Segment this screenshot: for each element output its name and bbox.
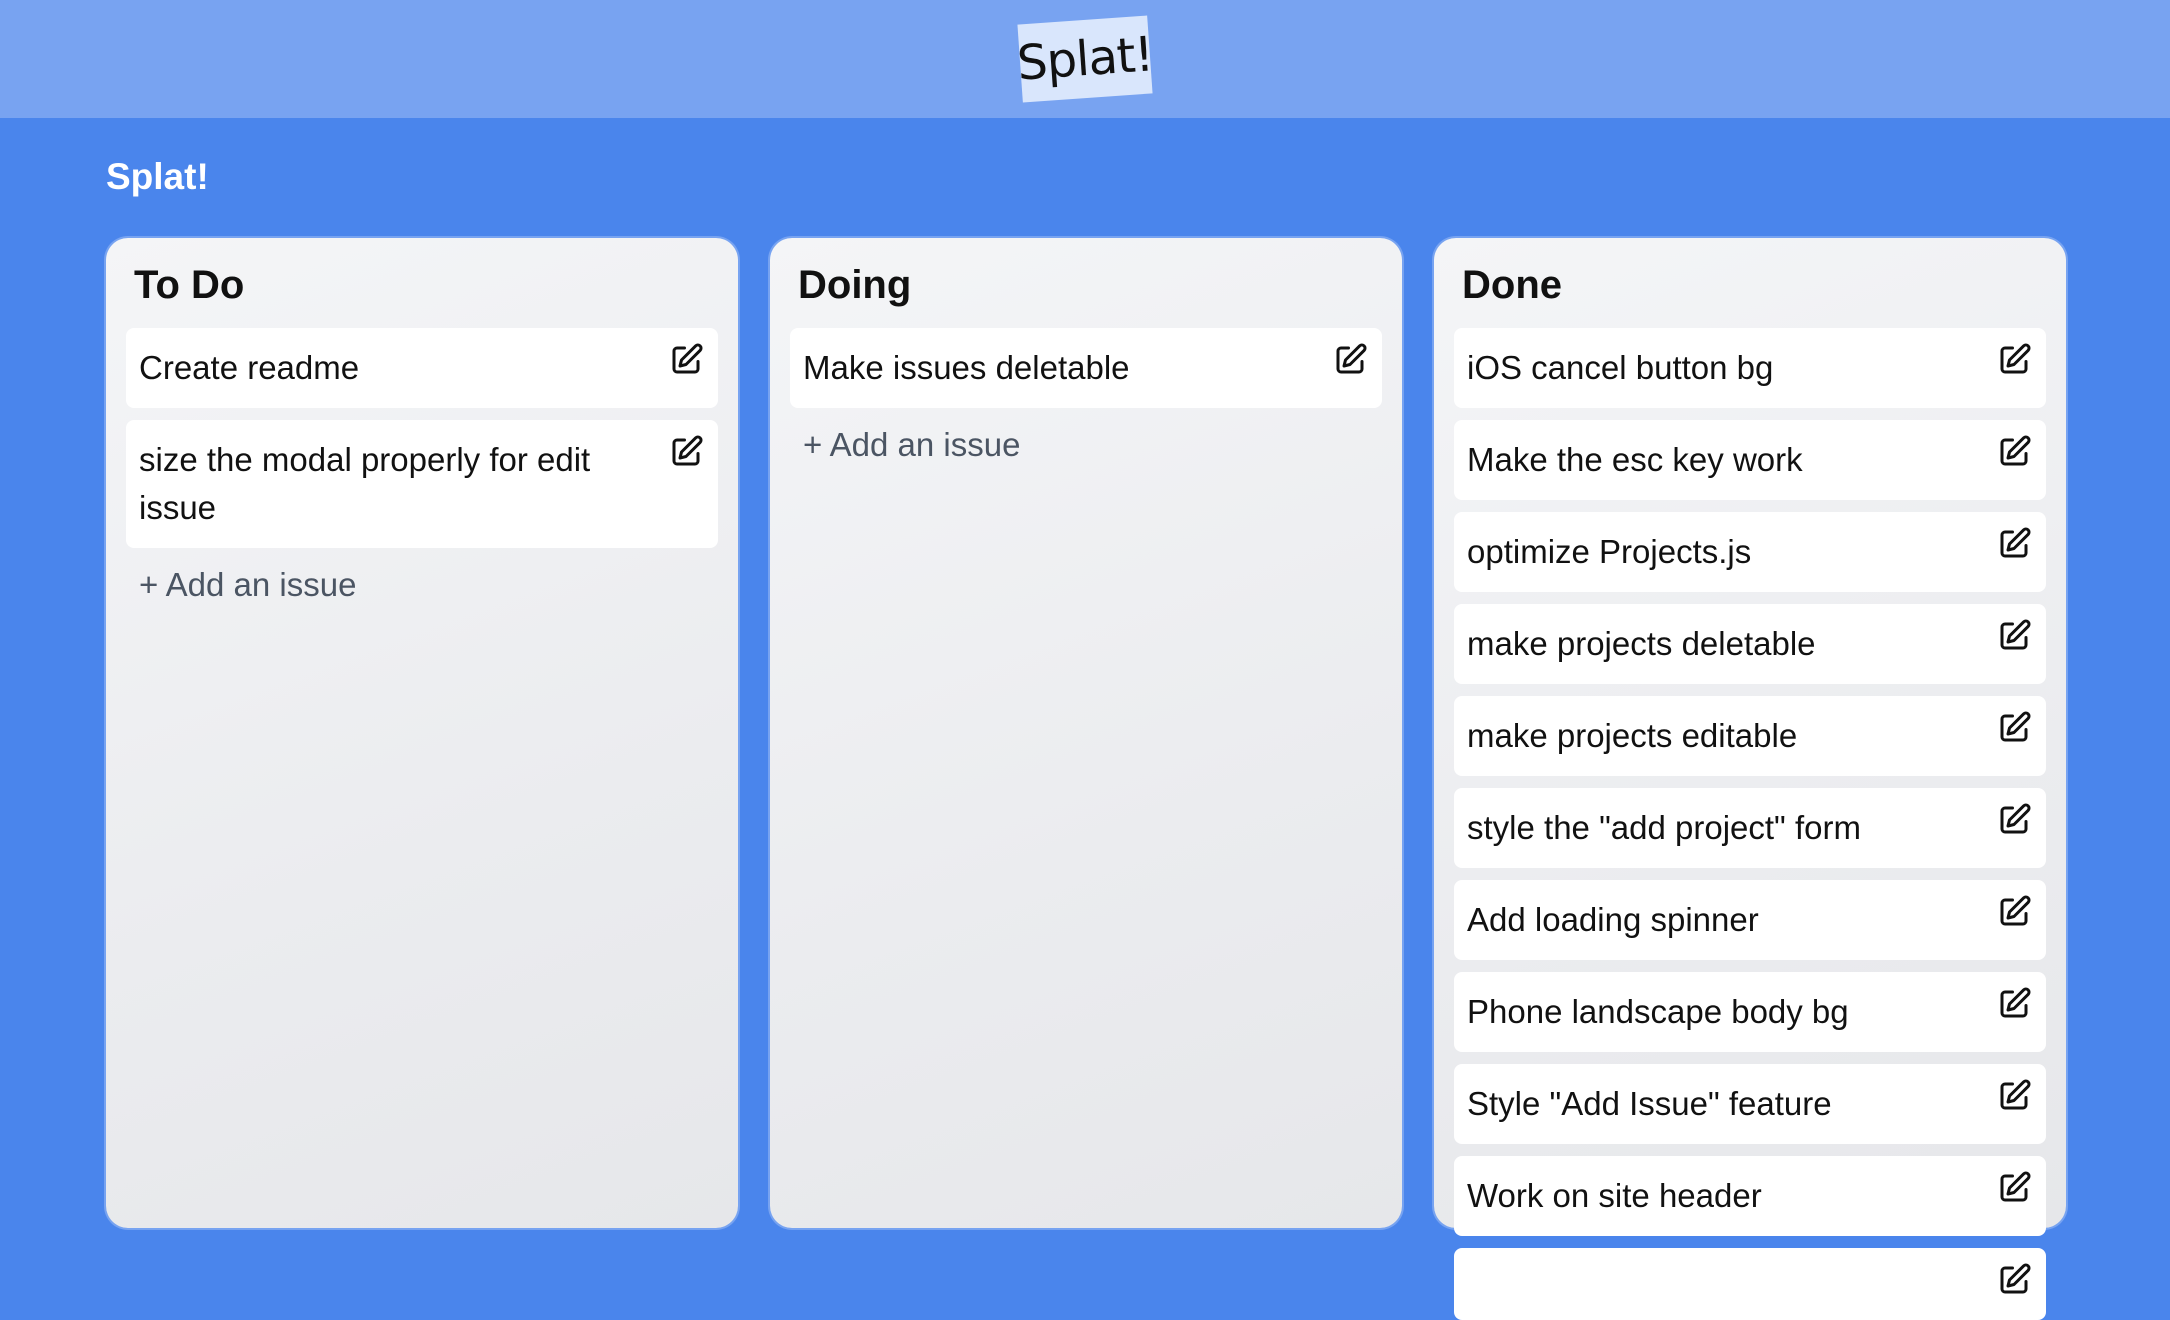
issue-card[interactable]: Phone landscape body bg <box>1454 972 2046 1052</box>
issue-title: style the "add project" form <box>1467 809 1861 846</box>
issue-card[interactable]: Style "Add Issue" feature <box>1454 1064 2046 1144</box>
edit-icon[interactable] <box>1996 802 2032 838</box>
edit-icon[interactable] <box>1996 434 2032 470</box>
add-issue-button[interactable]: + Add an issue <box>139 566 718 604</box>
column-doing: Doing Make issues deletable + Add an iss… <box>770 238 1402 1228</box>
edit-icon[interactable] <box>1996 1078 2032 1114</box>
edit-icon[interactable] <box>1996 1262 2032 1298</box>
edit-icon[interactable] <box>1996 986 2032 1022</box>
edit-icon[interactable] <box>668 342 704 378</box>
issue-card[interactable]: Work on site header <box>1454 1156 2046 1236</box>
column-title: Doing <box>798 263 912 307</box>
column-title: Done <box>1462 263 1562 307</box>
issue-card[interactable]: optimize Projects.js <box>1454 512 2046 592</box>
issue-title: make projects editable <box>1467 717 1798 754</box>
issue-card[interactable]: Add loading spinner <box>1454 880 2046 960</box>
site-header: Splat! <box>0 0 2170 118</box>
issue-card[interactable]: Create readme <box>126 328 718 408</box>
edit-icon[interactable] <box>1996 618 2032 654</box>
edit-icon[interactable] <box>1996 526 2032 562</box>
edit-icon[interactable] <box>1332 342 1368 378</box>
column-todo: To Do Create readme size the modal prope… <box>106 238 738 1228</box>
issue-title: Phone landscape body bg <box>1467 993 1849 1030</box>
column-title: To Do <box>134 263 245 307</box>
issue-title: Make the esc key work <box>1467 441 1803 478</box>
issue-card[interactable]: Make the esc key work <box>1454 420 2046 500</box>
issue-title: size the modal properly for edit issue <box>139 441 591 526</box>
issue-card[interactable]: make projects editable <box>1454 696 2046 776</box>
edit-icon[interactable] <box>1996 710 2032 746</box>
site-logo[interactable]: Splat! <box>1015 15 1155 103</box>
edit-icon[interactable] <box>1996 1170 2032 1206</box>
issue-card[interactable]: size the modal properly for edit issue <box>126 420 718 548</box>
issue-title: Make issues deletable <box>803 349 1130 386</box>
project-title: Splat! <box>106 156 209 197</box>
edit-icon[interactable] <box>1996 342 2032 378</box>
column-done: Done iOS cancel button bg Make the esc k… <box>1434 238 2066 1320</box>
issue-title: iOS cancel button bg <box>1467 349 1774 386</box>
issue-card[interactable] <box>1454 1248 2046 1320</box>
issue-title: Work on site header <box>1467 1177 1762 1214</box>
issue-title: make projects deletable <box>1467 625 1816 662</box>
edit-icon[interactable] <box>1996 894 2032 930</box>
issue-title: Create readme <box>139 349 360 386</box>
issue-card[interactable]: iOS cancel button bg <box>1454 328 2046 408</box>
issue-title: Style "Add Issue" feature <box>1467 1085 1832 1122</box>
issue-card[interactable]: Make issues deletable <box>790 328 1382 408</box>
edit-icon[interactable] <box>668 434 704 470</box>
issue-card[interactable]: style the "add project" form <box>1454 788 2046 868</box>
issue-title: optimize Projects.js <box>1467 533 1752 570</box>
add-issue-button[interactable]: + Add an issue <box>803 426 1382 464</box>
issue-card[interactable]: make projects deletable <box>1454 604 2046 684</box>
issue-title: Add loading spinner <box>1467 901 1759 938</box>
